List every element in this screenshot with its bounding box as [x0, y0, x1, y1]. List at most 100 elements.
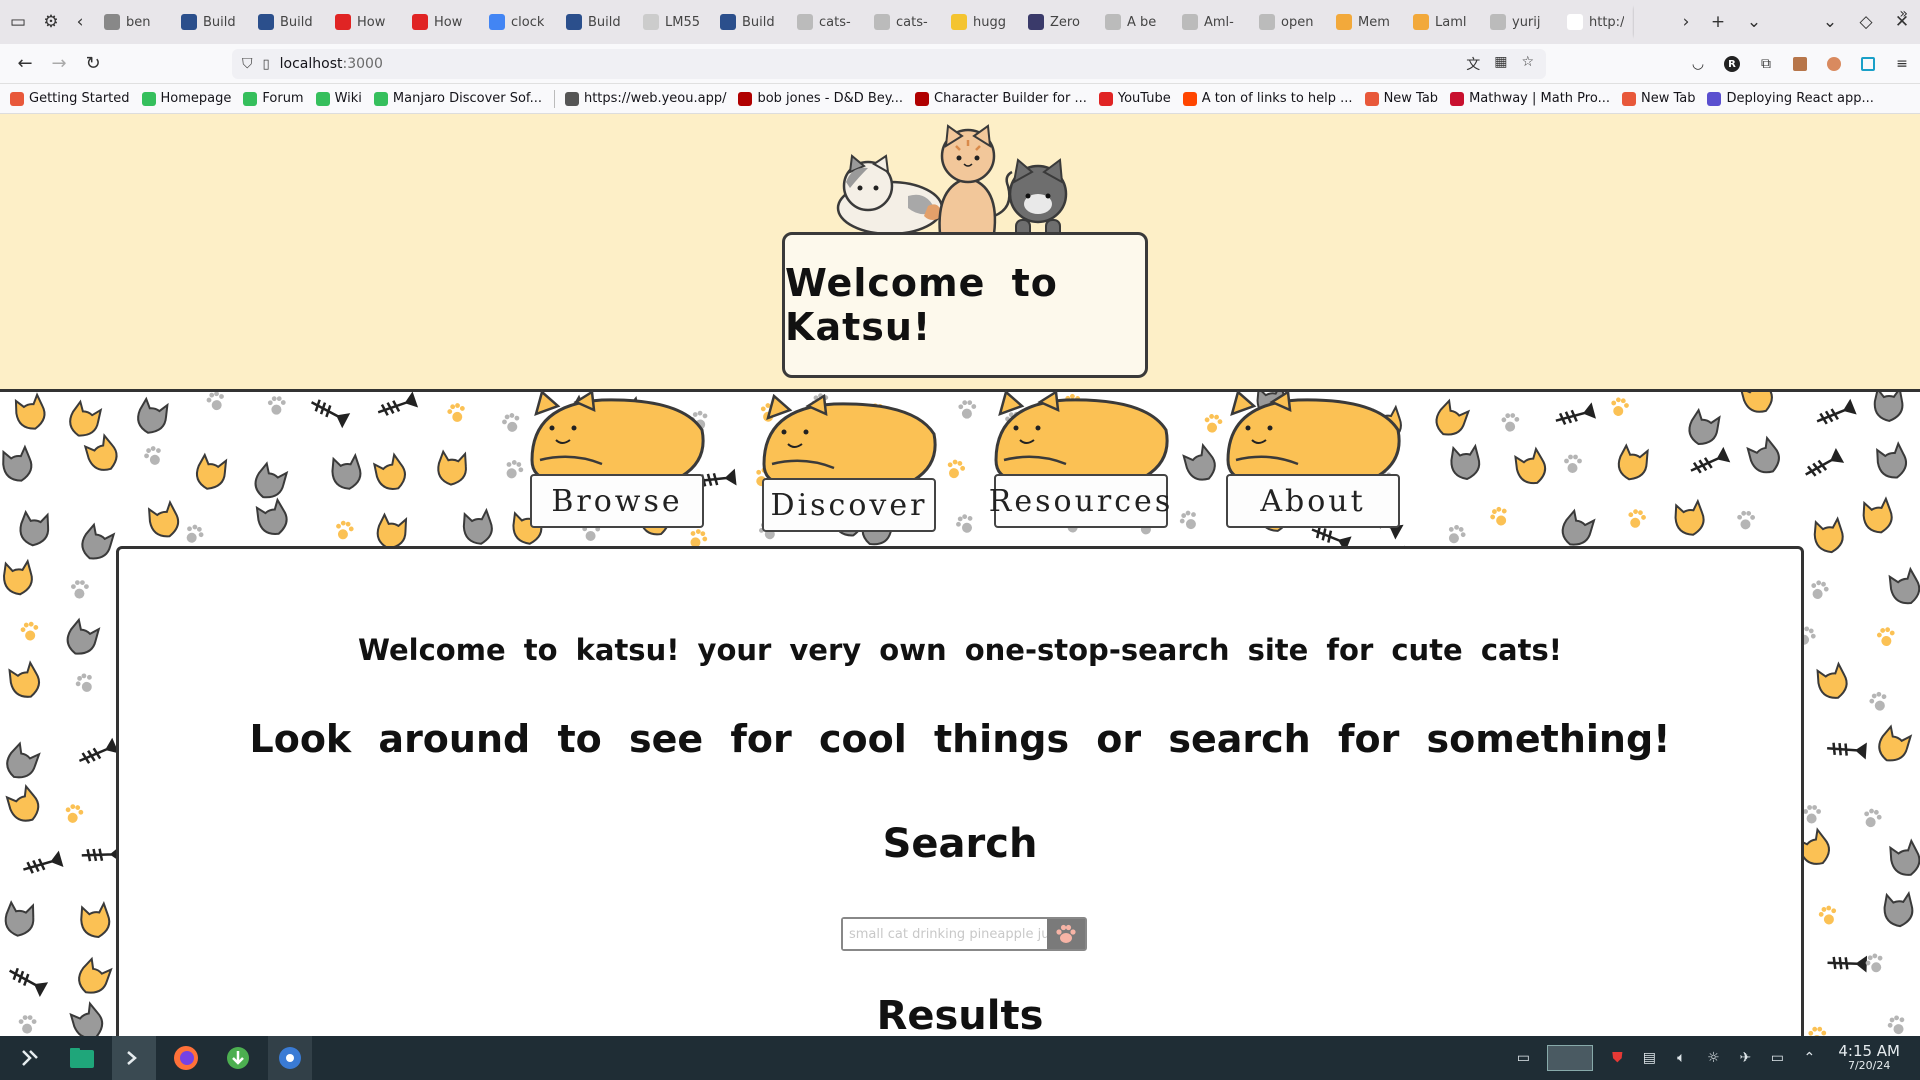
- bookmark-item[interactable]: Homepage: [141, 91, 231, 106]
- extension-b-icon[interactable]: [1824, 54, 1844, 74]
- browser-tab[interactable]: Mem: [1326, 4, 1403, 40]
- page-info-icon[interactable]: ▯: [263, 57, 270, 72]
- browser-tab[interactable]: ben: [94, 4, 171, 40]
- nav-about[interactable]: About: [1208, 390, 1408, 540]
- pager-icon[interactable]: [1546, 1045, 1594, 1071]
- scroll-tabs-left-icon[interactable]: ‹: [66, 0, 94, 44]
- cat-head-icon: [1888, 566, 1920, 605]
- tab-favicon-icon: [1567, 14, 1583, 30]
- terminal-icon[interactable]: [112, 1036, 156, 1080]
- tab-favicon-icon: [874, 14, 890, 30]
- extension-a-icon[interactable]: [1790, 54, 1810, 74]
- bookmark-item[interactable]: A ton of links to help ...: [1182, 91, 1353, 106]
- browser-tab[interactable]: clock: [479, 4, 556, 40]
- bookmark-item[interactable]: Deploying React app...: [1707, 91, 1874, 106]
- browser-tab[interactable]: cats-: [864, 4, 941, 40]
- nav-discover[interactable]: Discover: [744, 394, 944, 544]
- cat-head-icon: [1746, 435, 1780, 474]
- account-r-icon[interactable]: R: [1722, 54, 1742, 74]
- volume-icon[interactable]: 🔈︎: [1672, 1049, 1690, 1067]
- bookmark-star-icon[interactable]: ☆: [1521, 54, 1534, 74]
- bookmark-item[interactable]: Wiki: [315, 91, 362, 106]
- bookmark-item[interactable]: Mathway | Math Pro...: [1450, 91, 1610, 106]
- bookmark-item[interactable]: Character Builder for ...: [915, 91, 1087, 106]
- pocket-icon[interactable]: ◡: [1688, 54, 1708, 74]
- brightness-icon[interactable]: ☼: [1704, 1049, 1722, 1067]
- browser-tab[interactable]: How: [402, 4, 479, 40]
- browser-tab[interactable]: How: [325, 4, 402, 40]
- paw-print-icon: [1808, 1026, 1827, 1036]
- maximize-window-icon[interactable]: ◇: [1848, 0, 1884, 44]
- nav-browse[interactable]: Browse: [512, 390, 712, 540]
- browser-tab[interactable]: hugg: [941, 4, 1018, 40]
- bookmark-label: bob jones - D&D Bey...: [757, 91, 904, 106]
- clock[interactable]: 4:15 AM 7/20/24: [1838, 1042, 1900, 1073]
- browser-tab[interactable]: yurij: [1480, 4, 1557, 40]
- paw-print-icon: [336, 520, 354, 540]
- security-shield-icon[interactable]: ⛊: [1608, 1049, 1626, 1067]
- browser-tab[interactable]: Build: [556, 4, 633, 40]
- settings-app-icon[interactable]: [268, 1036, 312, 1080]
- clipboard-icon[interactable]: ▤: [1640, 1049, 1658, 1067]
- bookmarks-overflow-icon[interactable]: »: [1899, 6, 1908, 22]
- tab-overview-icon[interactable]: ▭: [0, 0, 36, 44]
- show-desktop-icon[interactable]: ▭: [1514, 1049, 1532, 1067]
- tray-expand-icon[interactable]: ⌃: [1800, 1049, 1818, 1067]
- new-tab-icon[interactable]: +: [1700, 0, 1736, 44]
- search-button[interactable]: [1047, 919, 1085, 949]
- battery-icon[interactable]: ▭: [1768, 1049, 1786, 1067]
- nav-resources[interactable]: Resources: [976, 390, 1176, 540]
- airplane-mode-icon[interactable]: ✈: [1736, 1049, 1754, 1067]
- file-manager-icon[interactable]: [60, 1036, 104, 1080]
- scroll-tabs-right-icon[interactable]: ›: [1672, 0, 1700, 44]
- bookmark-item[interactable]: YouTube: [1098, 91, 1171, 106]
- list-all-tabs-icon[interactable]: ⌄: [1736, 0, 1772, 44]
- qr-code-icon[interactable]: ▦: [1494, 54, 1507, 74]
- reload-icon[interactable]: ↻: [78, 49, 108, 79]
- bookmark-item[interactable]: bob jones - D&D Bey...: [738, 91, 903, 106]
- search-input[interactable]: [843, 919, 1047, 949]
- firefox-view-icon[interactable]: ⚙: [36, 0, 66, 44]
- browser-tab[interactable]: Build: [710, 4, 787, 40]
- url-bar[interactable]: ⛉ ▯ localhost:3000 文 ▦ ☆: [232, 49, 1546, 79]
- url-text[interactable]: localhost:3000: [280, 56, 383, 72]
- bookmark-favicon-icon: [738, 91, 753, 106]
- browser-tab[interactable]: http://lo: [1557, 4, 1634, 40]
- tagline-text: Look around to see for cool things or se…: [249, 717, 1671, 761]
- nav-browse-label[interactable]: Browse: [530, 474, 704, 528]
- bookmark-item[interactable]: Forum: [243, 91, 304, 106]
- bookmark-item[interactable]: New Tab: [1364, 91, 1438, 106]
- nav-resources-label[interactable]: Resources: [989, 474, 1170, 528]
- sidebar-icon[interactable]: [1858, 54, 1878, 74]
- translate-icon[interactable]: 文: [1466, 54, 1480, 74]
- browser-tab[interactable]: A be: [1095, 4, 1172, 40]
- menu-icon[interactable]: ≡: [1892, 54, 1912, 74]
- nav-about-label[interactable]: About: [1226, 474, 1400, 528]
- browser-tab[interactable]: open: [1249, 4, 1326, 40]
- bookmark-item[interactable]: https://web.yeou.app/: [564, 91, 726, 106]
- shield-icon[interactable]: ⛉: [242, 56, 253, 72]
- minimize-window-icon[interactable]: ⌄: [1812, 0, 1848, 44]
- browser-tab[interactable]: Zero: [1018, 4, 1095, 40]
- tab-title: Laml: [1435, 14, 1467, 30]
- nav-discover-label[interactable]: Discover: [762, 478, 936, 532]
- bookmark-item[interactable]: Getting Started: [10, 91, 130, 106]
- browser-tab[interactable]: Laml: [1403, 4, 1480, 40]
- cat-head-icon: [19, 509, 50, 547]
- browser-tab[interactable]: cats-: [787, 4, 864, 40]
- forward-icon[interactable]: →: [44, 49, 74, 79]
- app-launcher-icon[interactable]: [8, 1036, 52, 1080]
- bookmark-item[interactable]: Manjaro Discover Sof...: [373, 91, 542, 106]
- browser-tab[interactable]: Build: [248, 4, 325, 40]
- browser-tab[interactable]: LM555/: [633, 4, 710, 40]
- back-icon[interactable]: ←: [10, 49, 40, 79]
- browser-tab[interactable]: Build: [171, 4, 248, 40]
- fishbone-icon: [23, 850, 64, 874]
- extensions-icon[interactable]: ⧉: [1756, 54, 1776, 74]
- firefox-icon[interactable]: [164, 1036, 208, 1080]
- browser-tab[interactable]: Aml-: [1172, 4, 1249, 40]
- update-manager-icon[interactable]: [216, 1036, 260, 1080]
- fishbone-icon: [1555, 402, 1596, 425]
- bookmark-item[interactable]: New Tab: [1621, 91, 1695, 106]
- paw-print-icon: [1864, 808, 1882, 828]
